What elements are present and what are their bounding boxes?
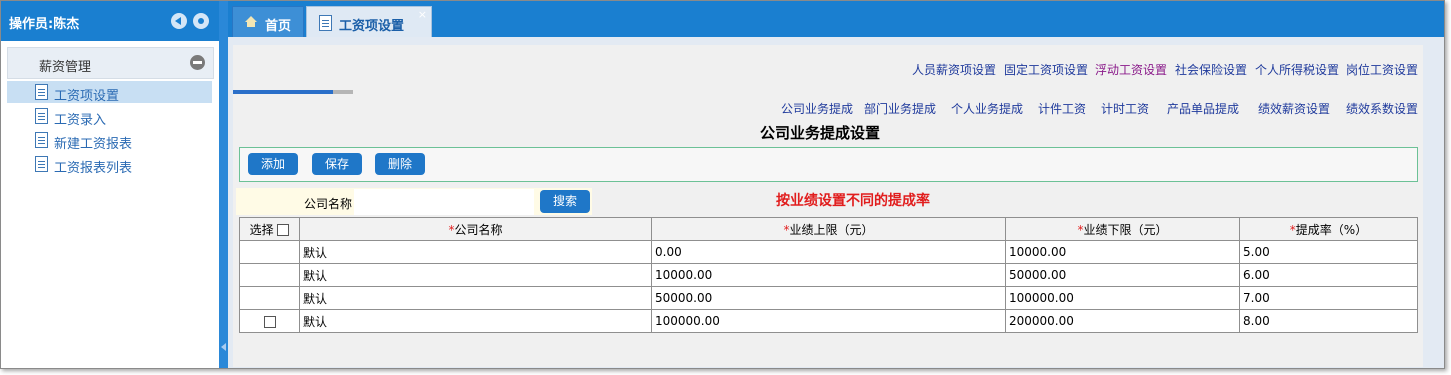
upper-limit-cell[interactable]: 0.00 xyxy=(651,240,1006,264)
operator-label: 操作员:陈杰 xyxy=(9,17,80,32)
hint-text: 按业绩设置不同的提成率 xyxy=(776,193,930,209)
rate-cell[interactable]: 8.00 xyxy=(1239,309,1418,333)
column-header-lower[interactable]: *业绩下限（元） xyxy=(1005,217,1240,241)
tab-salary-items[interactable]: 工资项设置 × xyxy=(306,6,432,38)
add-button[interactable]: 添加 xyxy=(248,153,298,175)
rate-cell[interactable]: 6.00 xyxy=(1239,263,1418,287)
sidebar-item-label: 工资项设置 xyxy=(54,89,120,104)
column-header-upper[interactable]: *业绩上限（元） xyxy=(651,217,1006,241)
collapse-sidebar-icon[interactable] xyxy=(171,13,187,29)
table-row[interactable]: 默认 10000.00 50000.00 6.00 xyxy=(239,263,1418,287)
rate-cell[interactable]: 5.00 xyxy=(1239,240,1418,264)
link-income-tax[interactable]: 个人所得税设置 xyxy=(1255,61,1339,78)
tab-label: 首页 xyxy=(265,19,292,34)
sidebar-section-salary[interactable]: 薪资管理 xyxy=(7,47,214,79)
link-time-wage[interactable]: 计时工资 xyxy=(1101,100,1149,117)
document-icon xyxy=(35,84,48,100)
document-icon xyxy=(35,108,48,124)
link-piece-wage[interactable]: 计件工资 xyxy=(1038,100,1086,117)
table-header-row: 选择 *公司名称 *业绩上限（元） *业绩下限（元） *提成率（%） xyxy=(239,217,1418,241)
select-cell[interactable] xyxy=(239,286,300,310)
select-all-checkbox[interactable] xyxy=(277,224,290,236)
sidebar-item-label: 新建工资报表 xyxy=(54,137,133,152)
sidebar-item-label: 工资录入 xyxy=(54,113,107,128)
table-row[interactable]: 默认 50000.00 100000.00 7.00 xyxy=(239,286,1418,310)
progress-bar xyxy=(233,90,353,94)
sidebar-splitter[interactable] xyxy=(219,1,228,368)
upper-limit-cell[interactable]: 50000.00 xyxy=(651,286,1006,310)
column-header-label: 业绩下限（元） xyxy=(1083,222,1168,237)
link-product-commission[interactable]: 产品单品提成 xyxy=(1167,100,1239,117)
link-personal-commission[interactable]: 个人业务提成 xyxy=(951,100,1023,117)
link-performance-coefficient[interactable]: 绩效系数设置 xyxy=(1346,100,1418,117)
select-cell[interactable] xyxy=(239,240,300,264)
sidebar: 薪资管理 工资项设置 工资录入 新建工资报表 工资报表列表 xyxy=(1,41,220,368)
sidebar-item-label: 工资报表列表 xyxy=(54,161,133,176)
company-name-input[interactable] xyxy=(354,189,534,215)
row-checkbox[interactable] xyxy=(263,315,276,328)
link-department-commission[interactable]: 部门业务提成 xyxy=(864,100,936,117)
sidebar-item-salary-entry[interactable]: 工资录入 xyxy=(7,105,212,128)
close-icon[interactable]: × xyxy=(418,8,427,21)
page-title: 公司业务提成设置 xyxy=(760,124,881,142)
chevron-left-icon[interactable] xyxy=(221,343,226,351)
lower-limit-cell[interactable]: 10000.00 xyxy=(1005,240,1240,264)
lower-limit-cell[interactable]: 100000.00 xyxy=(1005,286,1240,310)
select-cell[interactable] xyxy=(239,309,300,333)
gear-icon xyxy=(193,13,209,29)
link-floating-salary[interactable]: 浮动工资设置 xyxy=(1095,61,1167,78)
search-button[interactable]: 搜索 xyxy=(540,190,590,213)
company-cell[interactable]: 默认 xyxy=(299,263,652,287)
toolbar: 添加 保存 删除 xyxy=(239,147,1418,182)
lower-limit-cell[interactable]: 200000.00 xyxy=(1005,309,1240,333)
home-icon xyxy=(245,16,257,27)
tab-label: 工资项设置 xyxy=(339,19,405,34)
link-performance-salary[interactable]: 绩效薪资设置 xyxy=(1258,100,1330,117)
document-icon xyxy=(35,156,48,172)
search-bar: 公司名称 搜索 xyxy=(236,188,592,215)
search-label: 公司名称 xyxy=(304,197,353,211)
select-cell[interactable] xyxy=(239,263,300,287)
document-icon xyxy=(35,132,48,148)
collapse-section-icon[interactable] xyxy=(190,55,205,70)
link-social-insurance[interactable]: 社会保险设置 xyxy=(1175,61,1247,78)
tab-home[interactable]: 首页 xyxy=(232,6,304,38)
company-cell[interactable]: 默认 xyxy=(299,309,652,333)
rate-cell[interactable]: 7.00 xyxy=(1239,286,1418,310)
link-personnel-salary[interactable]: 人员薪资项设置 xyxy=(912,61,996,78)
column-header-rate[interactable]: *提成率（%） xyxy=(1239,217,1418,241)
link-position-salary[interactable]: 岗位工资设置 xyxy=(1346,61,1418,78)
upper-limit-cell[interactable]: 100000.00 xyxy=(651,309,1006,333)
link-fixed-salary[interactable]: 固定工资项设置 xyxy=(1004,61,1088,78)
progress-fill xyxy=(233,90,333,94)
upper-limit-cell[interactable]: 10000.00 xyxy=(651,263,1006,287)
table-row[interactable]: 默认 100000.00 200000.00 8.00 xyxy=(239,309,1418,333)
company-cell[interactable]: 默认 xyxy=(299,286,652,310)
sidebar-section-title: 薪资管理 xyxy=(39,60,92,75)
lower-limit-cell[interactable]: 50000.00 xyxy=(1005,263,1240,287)
select-header-label: 选择 xyxy=(249,222,274,237)
tab-bar: 首页 工资项设置 × xyxy=(228,1,1444,38)
sidebar-item-report-list[interactable]: 工资报表列表 xyxy=(7,153,212,176)
settings-icon[interactable] xyxy=(193,13,209,29)
sidebar-item-new-report[interactable]: 新建工资报表 xyxy=(7,129,212,152)
column-header-label: 公司名称 xyxy=(454,222,503,237)
company-cell[interactable]: 默认 xyxy=(299,240,652,264)
document-icon xyxy=(319,15,332,31)
link-company-commission[interactable]: 公司业务提成 xyxy=(781,100,853,117)
column-header-label: 业绩上限（元） xyxy=(789,222,874,237)
column-header-label: 提成率（%） xyxy=(1295,222,1368,237)
delete-button[interactable]: 删除 xyxy=(375,153,425,175)
commission-table: 选择 *公司名称 *业绩上限（元） *业绩下限（元） *提成率（%） 默认 0.… xyxy=(239,217,1418,333)
sidebar-header: 操作员:陈杰 xyxy=(1,1,219,41)
save-button[interactable]: 保存 xyxy=(312,153,362,175)
sidebar-item-salary-items[interactable]: 工资项设置 xyxy=(7,81,212,104)
table-row[interactable]: 默认 0.00 10000.00 5.00 xyxy=(239,240,1418,264)
select-header: 选择 xyxy=(239,217,300,241)
column-header-company[interactable]: *公司名称 xyxy=(299,217,652,241)
